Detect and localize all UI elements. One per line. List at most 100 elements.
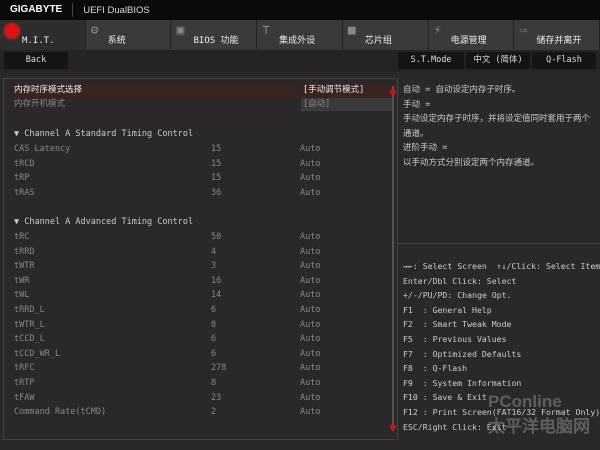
timing-row[interactable]: tFAW 23 Auto (14, 392, 389, 405)
timing-row[interactable]: CAS Latency 15 Auto (14, 143, 389, 156)
timing-setting-value[interactable]: Auto (300, 289, 320, 302)
settings-panel: 内存时序模式选择 [手动调节模式] 内存开机模式 [自动] ▼ Channel … (3, 78, 395, 440)
timing-row[interactable]: tWTR 3 Auto (14, 260, 389, 273)
timing-name: tCCD_L (14, 334, 45, 345)
main-tabs: M.I.T. ⚙ 系统 ▣ BIOS 功能 ⊤ 集成外设 ■ 芯片组 ⚡ 电源管理 ⇨ 储存并离开 (0, 20, 600, 50)
tab-1[interactable]: ⚙ 系统 (85, 20, 172, 50)
toolbar: Back S.T.Mode 中文 (简体) Q-Flash (0, 50, 600, 72)
timing-name: tRRD_L (14, 305, 45, 315)
timing-setting-value[interactable]: Auto (300, 392, 320, 405)
tab-3[interactable]: ⊤ 集成外设 (257, 20, 343, 50)
tab-2[interactable]: ▣ BIOS 功能 (171, 20, 258, 50)
timing-setting-value[interactable]: Auto (300, 172, 320, 185)
brand-logo: GIGABYTE (0, 3, 74, 17)
standard-timing-header[interactable]: ▼ Channel A Standard Timing Control (14, 128, 389, 141)
timing-setting-value[interactable]: Auto (300, 260, 320, 273)
timing-current-value: 14 (211, 290, 222, 301)
boot-mode-value[interactable]: [自动] (301, 98, 393, 111)
key-hint: →←: Select Screen ↑↓/Click: Select Item (403, 261, 600, 271)
setting-label: 内存时序模式选择 (14, 85, 83, 95)
timing-row[interactable]: tRP 15 Auto (14, 172, 389, 185)
st-mode-button[interactable]: S.T.Mode (398, 52, 464, 69)
timing-setting-value[interactable]: Auto (300, 319, 320, 332)
timing-current-value: 50 (211, 232, 222, 242)
timing-name: tCCD_WR_L (14, 348, 61, 359)
title-bar: GIGABYTE UEFI DualBIOS (0, 0, 600, 20)
timing-current-value: 8 (211, 378, 217, 388)
timing-name: tWR (14, 275, 30, 286)
qflash-button[interactable]: Q-Flash (532, 52, 596, 69)
timing-setting-value[interactable]: Auto (300, 348, 320, 361)
timing-setting-value[interactable]: Auto (300, 158, 320, 171)
advanced-timing-header[interactable]: ▼ Channel A Advanced Timing Control (14, 216, 389, 229)
help-line: 以手动方式分别设定两个内存通道。 (403, 157, 540, 168)
chipset-icon: ■ (347, 23, 356, 38)
watermark: PConline 太平洋电脑网 (488, 392, 590, 436)
timing-setting-value[interactable]: Auto (300, 246, 320, 259)
timing-row[interactable]: tRFC 278 Auto (14, 362, 389, 375)
timing-name: tRAS (14, 187, 35, 198)
timing-row[interactable]: tRRD 4 Auto (14, 246, 389, 259)
language-button[interactable]: 中文 (简体) (466, 52, 530, 69)
peripherals-icon: ⊤ (262, 23, 270, 38)
timing-current-value: 278 (211, 363, 227, 374)
help-line: 手动设定内存子时序，并将设定值同时套用于两个通道。 (403, 114, 591, 139)
timing-row[interactable]: tWL 14 Auto (14, 289, 389, 302)
timing-row[interactable]: tCCD_WR_L 6 Auto (14, 348, 389, 361)
timing-setting-value[interactable]: Auto (300, 187, 320, 200)
help-line: 进阶手动 = (403, 143, 448, 153)
mit-icon (5, 24, 19, 38)
timing-row[interactable]: tCCD_L 6 Auto (14, 333, 389, 346)
timing-row[interactable]: Command Rate(tCMD) 2 Auto (14, 406, 389, 419)
tab-label: BIOS 功能 (193, 36, 239, 46)
timing-setting-value[interactable]: Auto (300, 406, 320, 419)
key-hint: F8 : Q-Flash (403, 363, 468, 374)
timing-name: Command Rate(tCMD) (14, 407, 107, 418)
back-button[interactable]: Back (4, 52, 68, 69)
tab-label: M.I.T. (22, 36, 55, 46)
timing-row[interactable]: tWR 16 Auto (14, 275, 389, 288)
timing-setting-value[interactable]: Auto (300, 333, 320, 346)
timing-name: CAS Latency (14, 144, 71, 154)
timing-setting-value[interactable]: Auto (300, 275, 320, 288)
tab-label: 集成外设 (279, 36, 316, 46)
gear-icon: ⚙ (90, 23, 99, 38)
timing-current-value: 15 (211, 158, 222, 169)
timing-current-value: 16 (211, 275, 222, 286)
help-panel: 自动 = 自动设定内存子时序。 手动 = 手动设定内存子时序，并将设定值同时套用于两… (397, 78, 600, 440)
timing-name: tRFC (14, 363, 35, 374)
timing-row[interactable]: tRC 50 Auto (14, 231, 389, 244)
timing-mode-setting[interactable]: 内存时序模式选择 (14, 84, 297, 97)
timing-current-value: 8 (211, 319, 217, 330)
timing-current-value: 6 (211, 348, 217, 359)
timing-name: tRC (14, 232, 30, 242)
timing-row[interactable]: tRRD_L 6 Auto (14, 304, 389, 317)
tab-6[interactable]: ⇨ 储存并离开 (514, 20, 600, 50)
timing-name: tRCD (14, 158, 35, 169)
timing-mode-value[interactable]: [手动调节模式] (301, 84, 393, 97)
timing-row[interactable]: tWTR_L 8 Auto (14, 319, 389, 332)
timing-row[interactable]: tRAS 36 Auto (14, 187, 389, 200)
timing-row[interactable]: tRTP 8 Auto (14, 377, 389, 390)
scroll-down-indicator[interactable] (390, 424, 396, 430)
timing-setting-value[interactable]: Auto (300, 362, 320, 375)
boot-mode-setting[interactable]: 内存开机模式 (14, 98, 297, 111)
timing-current-value: 15 (211, 173, 222, 184)
tab-label: 芯片组 (364, 36, 392, 46)
scrollbar[interactable] (392, 86, 394, 431)
key-hint: +/-/PU/PD: Change Opt. (403, 290, 512, 301)
tab-5[interactable]: ⚡ 电源管理 (428, 20, 515, 50)
tab-0[interactable]: M.I.T. (0, 20, 86, 50)
timing-setting-value[interactable]: Auto (300, 377, 320, 390)
timing-current-value: 4 (211, 246, 217, 257)
divider (398, 243, 600, 244)
tab-4[interactable]: ■ 芯片组 (342, 20, 429, 50)
timing-row[interactable]: tRCD 15 Auto (14, 158, 389, 171)
timing-setting-value[interactable]: Auto (300, 304, 320, 317)
timing-setting-value[interactable]: Auto (300, 143, 320, 156)
scroll-up-indicator[interactable] (390, 89, 396, 95)
timing-current-value: 36 (211, 187, 222, 198)
timing-name: tFAW (14, 392, 35, 403)
timing-setting-value[interactable]: Auto (300, 231, 320, 244)
timing-current-value: 3 (211, 261, 217, 272)
